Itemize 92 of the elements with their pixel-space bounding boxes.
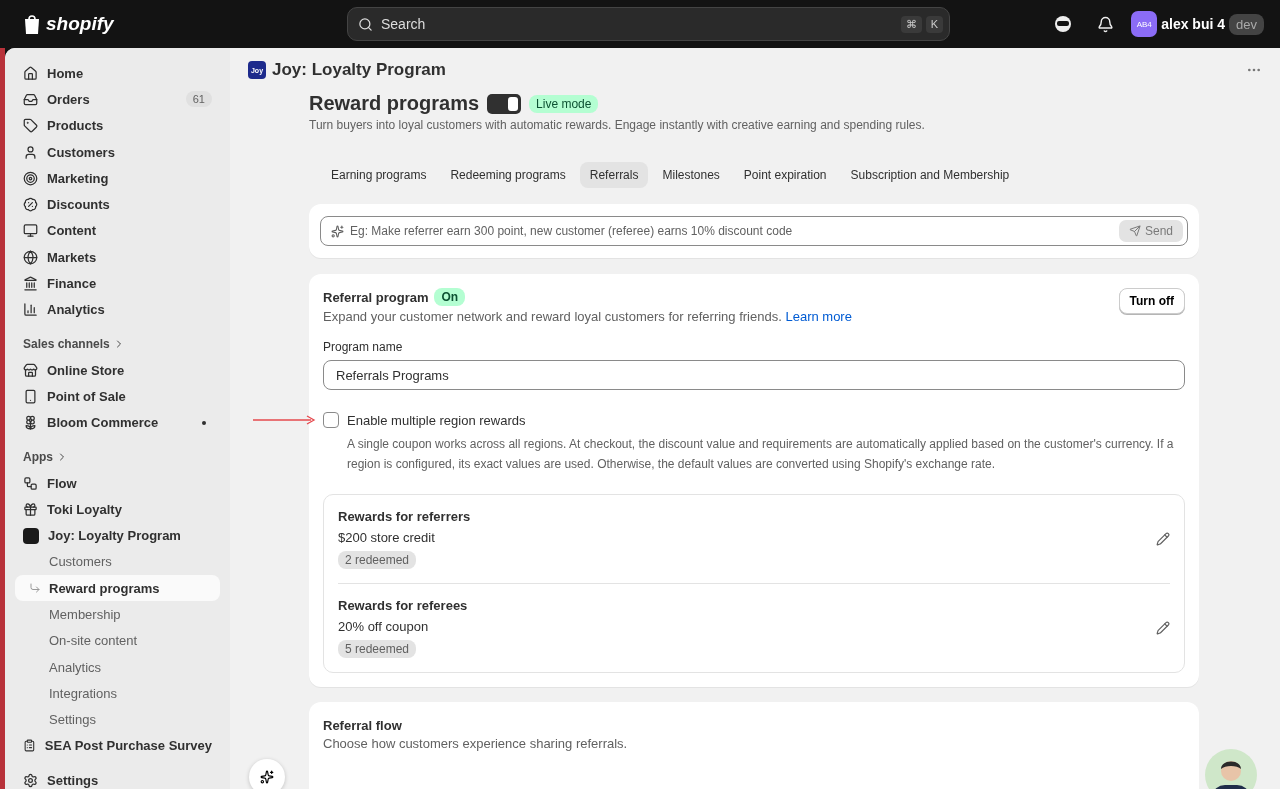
store-badge: dev <box>1229 13 1264 35</box>
search-icon <box>358 16 373 32</box>
nav-item[interactable]: Marketing <box>15 165 220 192</box>
page-subtitle: Turn buyers into loyal customers with automatic rewards. Engage instantly with creative earning and spending rules. <box>309 118 926 132</box>
reward-value: 20% off coupon <box>338 619 429 634</box>
nav-subitem[interactable]: Reward programs <box>15 575 220 602</box>
nav-subitem[interactable]: Settings <box>15 706 220 733</box>
tab[interactable]: Point expiration <box>733 162 837 188</box>
nav-item[interactable]: Point of Sale <box>15 383 220 410</box>
tab[interactable]: Earning programs <box>321 162 437 188</box>
turn-off-button[interactable]: Turn off <box>1118 288 1185 314</box>
reward-title: Rewards for referees <box>338 598 468 613</box>
tab[interactable]: Subscription and Membership <box>840 162 1020 188</box>
help-text: A single coupon works across all regions. At checkout, the discount value and requirements are automatically applied based on the customer's currency. If a region is configured, its exact values are used. Otherwise, the default values are converted using Shopify's exchange rate. <box>347 436 1175 473</box>
bar-chart-icon <box>23 302 38 318</box>
learn-more-link[interactable]: Learn more <box>785 309 852 324</box>
chat-avatar[interactable] <box>1205 749 1257 789</box>
card-description: Expand your customer network and reward loyal customers for referring friends. Learn more <box>323 309 852 324</box>
nav-subitem[interactable]: On-site content <box>15 627 220 654</box>
reward-title: Rewards for referrers <box>338 509 471 524</box>
card-title: Referral program <box>323 289 429 305</box>
section-heading[interactable]: Sales channels <box>15 330 220 357</box>
nav-item[interactable]: Bloom Commerce <box>15 409 220 436</box>
gift-icon <box>23 501 38 517</box>
card-title: Referral flow <box>323 718 403 733</box>
shortcut-key: ⌘ <box>900 15 922 33</box>
status-badge: Live mode <box>529 94 599 113</box>
nav-item[interactable]: Online Store <box>15 356 220 384</box>
nav-item[interactable]: Products <box>15 112 220 139</box>
nav-item[interactable]: Orders 61 <box>15 86 220 113</box>
redeemed-badge: 5 redeemed <box>338 640 417 658</box>
redeemed-badge: 2 redeemed <box>338 551 417 569</box>
tag-icon <box>23 118 38 134</box>
checkbox-label[interactable]: Enable multiple region rewards <box>347 412 526 428</box>
branch-arrow-icon <box>29 582 41 595</box>
live-toggle[interactable] <box>487 93 522 114</box>
user-name[interactable]: alex bui 4 <box>1161 16 1226 32</box>
target-icon <box>23 170 38 186</box>
nav-item[interactable]: Finance <box>15 270 220 297</box>
edit-icon[interactable] <box>1156 621 1170 635</box>
nav-subitem[interactable]: Analytics <box>15 653 220 681</box>
nav-item[interactable]: SEA Post Purchase Survey <box>15 732 220 760</box>
arrow-annotation <box>253 415 317 425</box>
nav-item[interactable]: Analytics <box>15 296 220 323</box>
tab[interactable]: Milestones <box>652 162 730 188</box>
nav-item[interactable]: Content <box>15 217 220 245</box>
app-logo-icon <box>23 527 39 544</box>
page-title: Reward programs <box>309 92 480 115</box>
monitor-icon <box>23 223 38 239</box>
nav-item[interactable]: Discounts <box>15 191 220 218</box>
nav-item[interactable]: Joy: Loyalty Program <box>15 522 220 549</box>
send-icon <box>1128 225 1141 237</box>
app-title: Joy: Loyalty Program <box>272 60 446 80</box>
percent-badge-icon <box>23 197 38 213</box>
nav-subitem[interactable]: Membership <box>15 601 220 628</box>
phone-icon <box>23 388 38 404</box>
nav-item[interactable]: Customers <box>15 138 220 166</box>
nav-item[interactable]: Markets <box>15 244 220 271</box>
count-badge: 61 <box>185 91 212 108</box>
store-icon <box>23 362 38 378</box>
person-icon <box>23 144 38 160</box>
nav-item[interactable]: Home <box>15 60 220 87</box>
sparkle-icon <box>331 224 344 238</box>
field-label: Program name <box>323 340 404 354</box>
sparkle-icon <box>260 770 274 784</box>
checkbox[interactable] <box>323 412 339 428</box>
inbox-icon <box>23 91 38 107</box>
bank-icon <box>23 276 38 291</box>
shopify-logo[interactable]: shopify <box>22 13 347 35</box>
tab[interactable]: Redeeming programs <box>440 162 576 188</box>
shortcut-key: K <box>925 15 943 33</box>
nav-item[interactable]: Settings <box>15 767 220 789</box>
home-icon <box>23 65 38 81</box>
card-description: Choose how customers experience sharing referrals. <box>323 736 629 751</box>
sparkle-button[interactable] <box>249 759 285 789</box>
program-name-field[interactable]: Referrals Programs <box>323 360 1185 390</box>
user-avatar[interactable]: AB4 <box>1131 11 1158 37</box>
globe-icon <box>23 249 38 265</box>
status-badge: On <box>434 288 466 306</box>
reward-value: $200 store credit <box>338 530 435 545</box>
tab[interactable]: Referrals <box>579 162 649 188</box>
clipboard-icon <box>23 738 36 754</box>
nav-item[interactable]: Toki Loyalty <box>15 496 220 523</box>
flower-icon <box>23 415 38 431</box>
section-heading[interactable]: Apps <box>15 443 220 470</box>
nav-item[interactable]: Flow <box>15 469 220 497</box>
nav-subitem[interactable]: Customers <box>15 548 220 576</box>
search-field[interactable]: Search ⌘ K <box>347 7 950 41</box>
nav-subitem[interactable]: Integrations <box>15 680 220 707</box>
settings-icon <box>23 772 38 788</box>
workflow-icon <box>23 475 38 491</box>
edit-icon[interactable] <box>1156 532 1170 546</box>
